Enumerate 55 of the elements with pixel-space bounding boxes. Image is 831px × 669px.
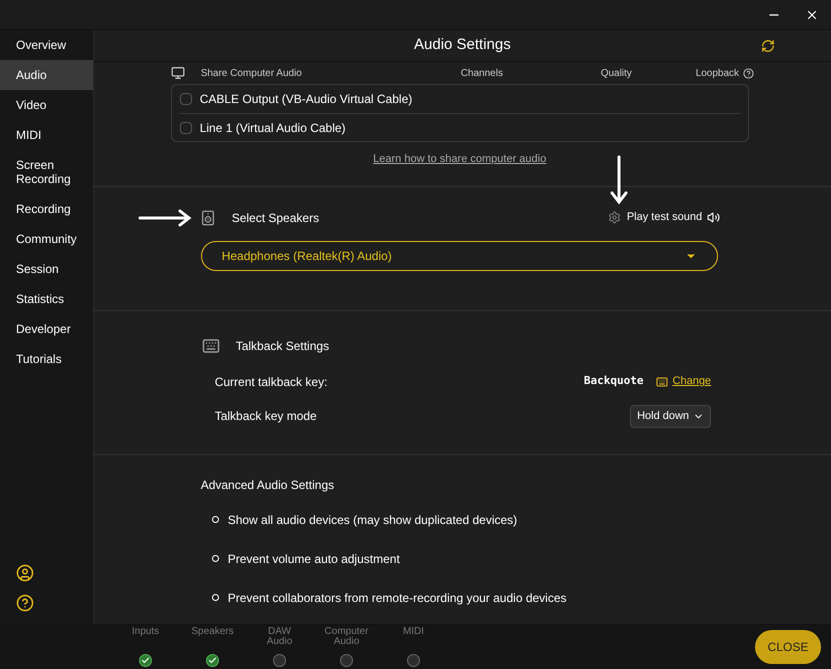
help-icon[interactable]: [16, 594, 34, 612]
settings-icon[interactable]: [608, 211, 621, 224]
sidebar-item[interactable]: Statistics: [0, 284, 93, 314]
speaker-dropdown[interactable]: Headphones (Realtek(R) Audio): [200, 240, 718, 270]
device-label: Line 1 (Virtual Audio Cable): [200, 120, 346, 136]
radio-button[interactable]: [212, 516, 219, 523]
setting-label: Current talkback key:: [214, 374, 328, 390]
user-icon[interactable]: [16, 564, 34, 582]
radio-button[interactable]: [212, 594, 219, 601]
sidebar-item[interactable]: Developer: [0, 314, 93, 344]
column-header: Loopback: [696, 66, 740, 80]
step-label: Computer Audio: [324, 627, 370, 647]
monitor-icon: [170, 66, 185, 80]
keyboard-icon: [656, 376, 668, 388]
key-value: Backquote: [584, 373, 644, 390]
test-sound-link[interactable]: Play test sound: [626, 209, 702, 226]
arrow-icon: [610, 154, 628, 204]
sidebar-item[interactable]: Community: [0, 224, 93, 254]
section-title: Talkback Settings: [236, 338, 330, 354]
help-icon[interactable]: [743, 68, 754, 78]
speaker-icon: [200, 210, 216, 226]
sidebar-item[interactable]: Video: [0, 90, 93, 120]
help-link[interactable]: Learn how to share computer audio: [373, 151, 546, 168]
column-header: Channels: [460, 66, 504, 80]
setting-label: Talkback key mode: [214, 408, 318, 425]
mode-dropdown[interactable]: Hold down: [630, 404, 712, 428]
page-title: Audio Settings: [414, 35, 511, 56]
step-label: MIDI: [402, 627, 426, 637]
radio-button[interactable]: [212, 555, 219, 562]
section-title: Select Speakers: [232, 210, 320, 226]
refresh-icon[interactable]: [761, 39, 776, 53]
arrow-icon: [138, 208, 192, 226]
checkbox[interactable]: [180, 93, 192, 105]
section-title: Share Computer Audio: [200, 66, 303, 80]
option-label: Show all audio devices (may show duplicated devices): [228, 512, 518, 528]
close-button[interactable]: CLOSE: [755, 630, 821, 664]
sidebar-item[interactable]: Audio: [0, 60, 93, 90]
volume-icon[interactable]: [707, 211, 720, 224]
step-label: Speakers: [190, 627, 235, 637]
step-label: Inputs: [130, 627, 160, 637]
section-title: Advanced Audio Settings: [200, 478, 334, 492]
option-label: Prevent collaborators from remote-recording your audio devices: [228, 590, 567, 606]
sidebar-item[interactable]: Tutorials: [0, 344, 93, 374]
sidebar-item[interactable]: Session: [0, 254, 93, 284]
option-label: Prevent volume auto adjustment: [228, 550, 400, 568]
sidebar-item[interactable]: MIDI: [0, 120, 93, 150]
sidebar-item[interactable]: Overview: [0, 30, 93, 60]
sidebar-item[interactable]: Recording: [0, 194, 93, 224]
step-label: DAW Audio: [266, 627, 294, 647]
keyboard-icon: [202, 336, 220, 354]
checkbox[interactable]: [180, 122, 192, 134]
device-label: CABLE Output (VB-Audio Virtual Cable): [200, 91, 412, 108]
column-header: Quality: [600, 66, 633, 80]
change-link[interactable]: Change: [672, 373, 712, 390]
sidebar-item[interactable]: Screen Recording: [0, 150, 93, 194]
